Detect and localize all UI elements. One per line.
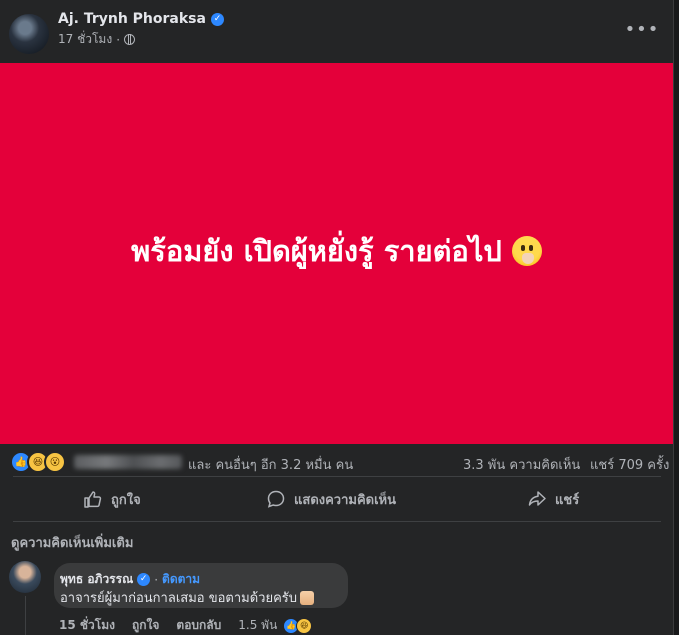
comment-reply-button[interactable]: ตอบกลับ bbox=[176, 616, 221, 635]
blurred-reactor-name bbox=[74, 455, 182, 469]
author-name[interactable]: Aj. Trynh Phoraksa bbox=[58, 11, 206, 27]
verified-badge-icon: ✓ bbox=[210, 12, 224, 26]
folded-hands-emoji-icon bbox=[300, 590, 314, 605]
divider bbox=[13, 521, 661, 522]
view-more-comments-link[interactable]: ดูความคิดเห็นเพิ่มเติม bbox=[11, 532, 133, 553]
comment-reaction-count: 1.5 พัน bbox=[238, 618, 278, 632]
name-separator: · bbox=[154, 572, 159, 587]
more-options-button[interactable]: ••• bbox=[624, 14, 660, 44]
post-card: Aj. Trynh Phoraksa ✓ 17 ชั่วโมง · ••• พร… bbox=[0, 0, 674, 635]
haha-reaction-icon: 😆 bbox=[296, 617, 313, 634]
commenter-avatar[interactable] bbox=[9, 561, 41, 593]
like-button-label: ถูกใจ bbox=[111, 492, 141, 508]
comment-reaction-icons: 👍 😆 bbox=[283, 617, 313, 634]
comment-reactions[interactable]: 1.5 พัน 👍 😆 bbox=[238, 616, 313, 635]
wow-reaction-icon: 😮 bbox=[44, 451, 66, 473]
post-time[interactable]: 17 ชั่วโมง bbox=[58, 30, 112, 49]
author-name-row: Aj. Trynh Phoraksa ✓ bbox=[58, 11, 224, 27]
post-meta: 17 ชั่วโมง · bbox=[58, 30, 136, 49]
comment-button-label: แสดงความคิดเห็น bbox=[294, 492, 397, 508]
hand-over-mouth-emoji-icon bbox=[511, 235, 542, 266]
speech-bubble-icon bbox=[267, 490, 285, 508]
reaction-icons[interactable]: 👍 😆 😮 bbox=[10, 451, 66, 473]
thumbs-up-icon bbox=[84, 491, 102, 508]
reactors-summary[interactable]: และ คนอื่นๆ อีก 3.2 หมื่น คน bbox=[188, 454, 353, 475]
ellipsis-icon: ••• bbox=[624, 18, 660, 40]
comment-button[interactable]: แสดงความคิดเห็น bbox=[266, 482, 396, 516]
share-button[interactable]: แชร์ bbox=[527, 482, 579, 516]
thread-line bbox=[25, 596, 26, 635]
divider bbox=[13, 476, 661, 477]
comment-text-row: อาจารย์ผู้มาก่อนกาลเสมอ ขอตามด้วยครับ bbox=[60, 587, 314, 608]
comment-like-button[interactable]: ถูกใจ bbox=[132, 616, 159, 635]
comment-actions: 15 ชั่วโมง ถูกใจ ตอบกลับ 1.5 พัน 👍 😆 bbox=[59, 616, 313, 635]
author-avatar[interactable] bbox=[9, 14, 49, 54]
post-image[interactable]: พร้อมยัง เปิดผู้หยั่งรู้ รายต่อไป bbox=[0, 63, 673, 444]
meta-separator: · bbox=[116, 32, 121, 47]
share-arrow-icon bbox=[528, 491, 546, 506]
globe-icon[interactable] bbox=[124, 34, 136, 45]
comment-time[interactable]: 15 ชั่วโมง bbox=[59, 616, 115, 635]
post-image-text: พร้อมยัง เปิดผู้หยั่งรู้ รายต่อไป bbox=[131, 228, 542, 274]
post-image-caption: พร้อมยัง เปิดผู้หยั่งรู้ รายต่อไป bbox=[131, 233, 502, 268]
share-button-label: แชร์ bbox=[555, 492, 580, 508]
comment-text: อาจารย์ผู้มาก่อนกาลเสมอ ขอตามด้วยครับ bbox=[60, 591, 297, 606]
comment-count[interactable]: 3.3 พัน ความคิดเห็น bbox=[463, 454, 580, 475]
share-count[interactable]: แชร์ 709 ครั้ง bbox=[590, 454, 669, 475]
verified-badge-icon: ✓ bbox=[137, 573, 151, 586]
like-button[interactable]: ถูกใจ bbox=[83, 482, 141, 516]
